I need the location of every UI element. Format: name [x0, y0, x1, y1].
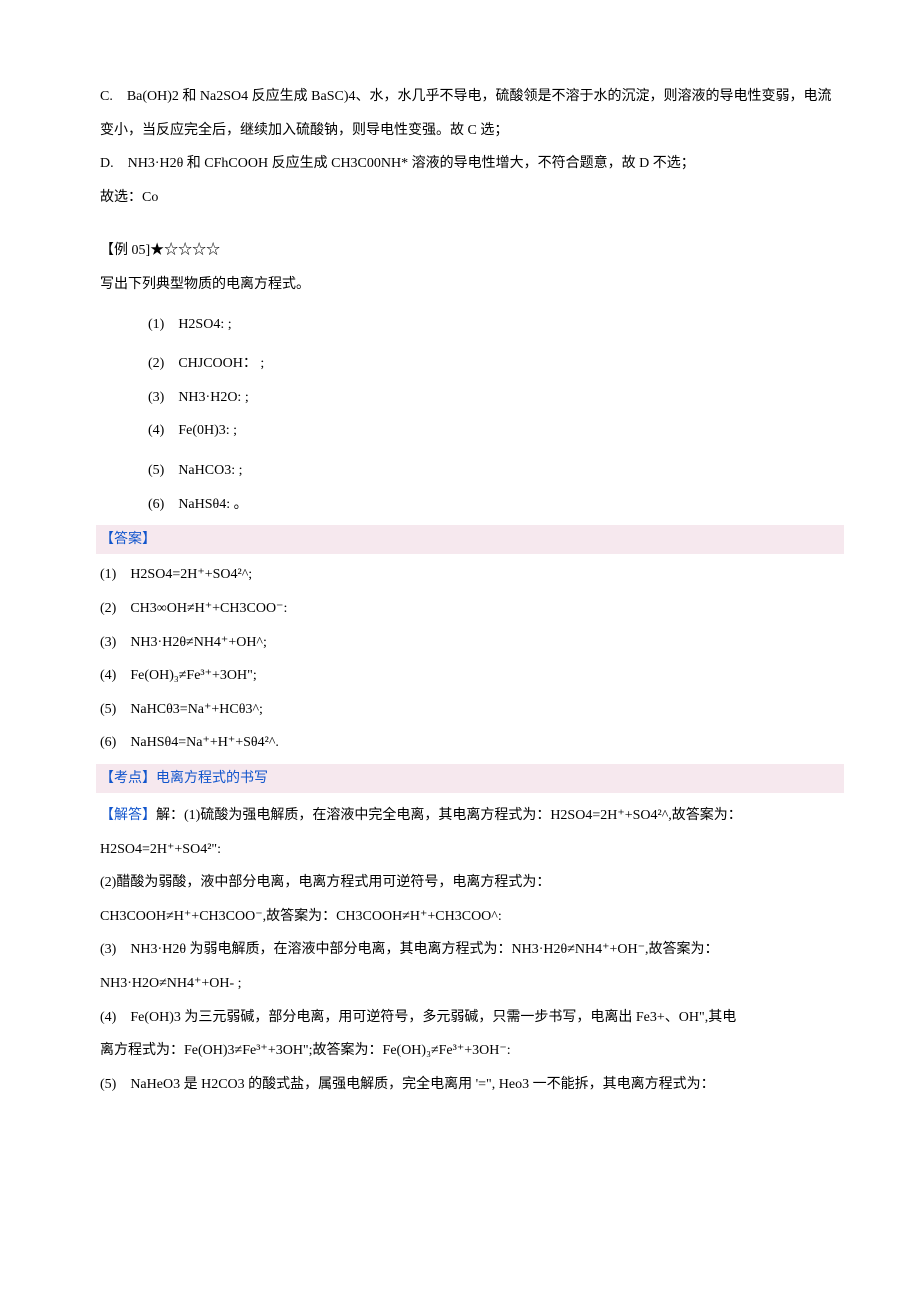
answer-2: (2) CH3∞OH≠H⁺+CH3COO⁻: — [100, 592, 840, 626]
kaodian-label: 【考点】 — [100, 771, 156, 786]
answer-5: (5) NaHCθ3=Na⁺+HCθ3^; — [100, 693, 840, 727]
example-05-header: 【例 05]★☆☆☆☆ — [100, 234, 840, 268]
jieda-line-3a: (3) NH3·H2θ 为弱电解质，在溶液中部分电离，其电离方程式为：NH3·H… — [100, 933, 840, 967]
answer-6: (6) NaHSθ4=Na⁺+H⁺+Sθ4²^. — [100, 726, 840, 760]
jieda-line-2a: (2)醋酸为弱酸，液中部分电离，电离方程式用可逆符号，电离方程式为： — [100, 866, 840, 900]
example-05-prompt: 写出下列典型物质的电离方程式。 — [100, 268, 840, 302]
therefore-text: 故选：Co — [100, 181, 840, 215]
question-3: (3) NH3·H2O: ; — [100, 381, 840, 415]
question-6: (6) NaHSθ4: 。 — [100, 488, 840, 522]
option-c-text: C. Ba(OH)2 和 Na2SO4 反应生成 BaSC)4、水，水几乎不导电… — [100, 80, 840, 147]
answer-1: (1) H2SO4=2H⁺+SO4²^; — [100, 558, 840, 592]
jieda-line-1b: H2SO4=2H⁺+SO4²": — [100, 833, 840, 867]
jieda-line-2b: CH3COOH≠H⁺+CH3COO⁻,故答案为：CH3COOH≠H⁺+CH3CO… — [100, 900, 840, 934]
jieda-line-1a: 【解答】解：(1)硫酸为强电解质，在溶液中完全电离，其电离方程式为：H2SO4=… — [100, 799, 840, 833]
answer-banner: 【答案】 — [96, 525, 844, 554]
question-5: (5) NaHCO3: ; — [100, 454, 840, 488]
document-page: C. Ba(OH)2 和 Na2SO4 反应生成 BaSC)4、水，水几乎不导电… — [0, 0, 920, 1141]
option-d-text: D. NH3·H2θ 和 CFhCOOH 反应生成 CH3C00NH* 溶液的导… — [100, 147, 840, 181]
answer-label: 【答案】 — [100, 532, 156, 547]
kaodian-banner: 【考点】电离方程式的书写 — [96, 764, 844, 793]
answer-4: (4) Fe(OH)₃≠Fe³⁺+3OH"; — [100, 659, 840, 693]
jieda-line-3b: NH3·H2O≠NH4⁺+OH- ; — [100, 967, 840, 1001]
question-2: (2) CHJCOOH： ; — [100, 347, 840, 381]
question-1: (1) H2SO4: ; — [100, 308, 840, 342]
jieda-line-4a: (4) Fe(OH)3 为三元弱碱，部分电离，用可逆符号，多元弱碱，只需一步书写… — [100, 1001, 840, 1035]
jieda-line-5: (5) NaHeO3 是 H2CO3 的酸式盐，属强电解质，完全电离用 '᠍="… — [100, 1068, 840, 1102]
jieda-line-4b: 离方程式为：Fe(OH)3≠Fe³⁺+3OH";故答案为：Fe(OH)₃≠Fe³… — [100, 1034, 840, 1068]
question-4: (4) Fe(0H)3: ; — [100, 414, 840, 448]
kaodian-text: 电离方程式的书写 — [156, 771, 268, 786]
jieda-label: 【解答】 — [100, 808, 156, 823]
answer-3: (3) NH3·H2θ≠NH4⁺+OH^; — [100, 626, 840, 660]
jieda-text-1a: 解：(1)硫酸为强电解质，在溶液中完全电离，其电离方程式为：H2SO4=2H⁺+… — [156, 808, 742, 823]
